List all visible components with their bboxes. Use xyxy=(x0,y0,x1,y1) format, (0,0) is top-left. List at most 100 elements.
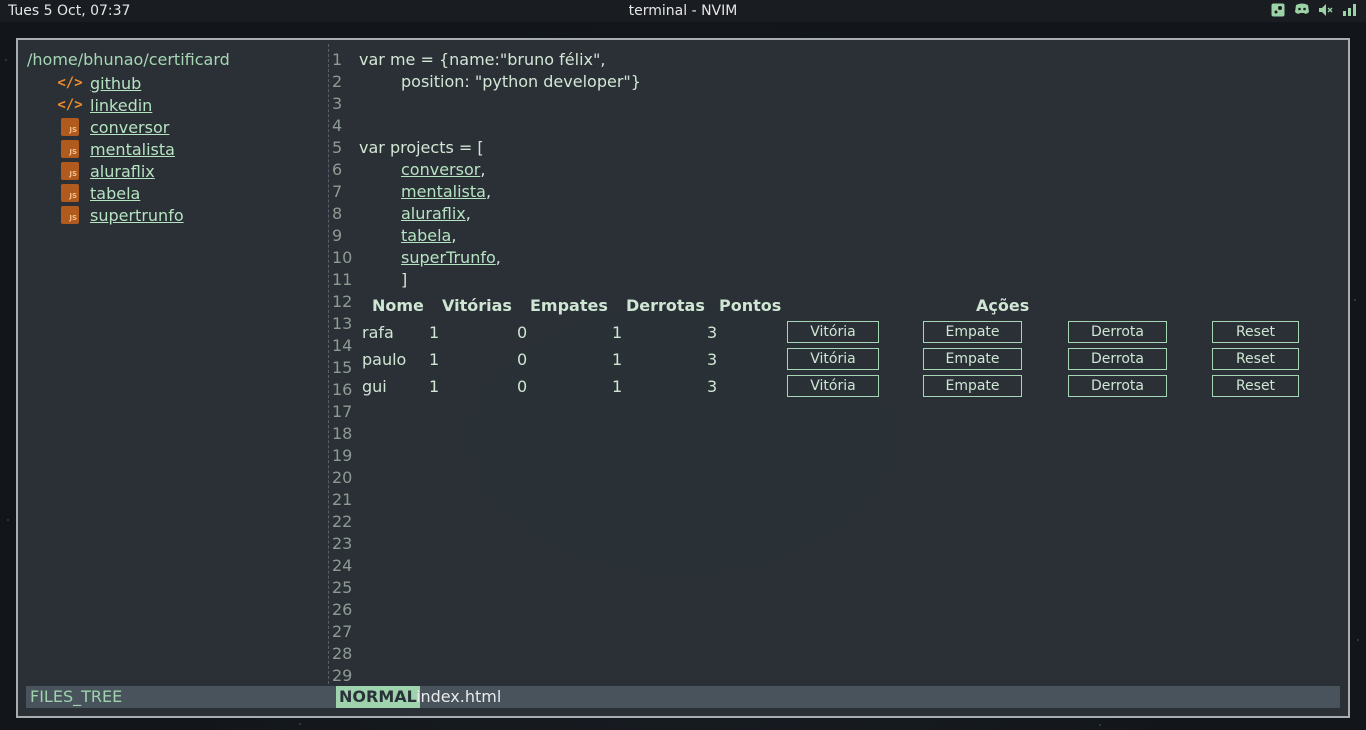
code-line: mentalista, xyxy=(359,182,491,201)
line-number: 5 xyxy=(332,138,343,157)
vitoria-button[interactable]: Vitória xyxy=(787,348,879,370)
line-number: 11 xyxy=(332,270,353,289)
top-bar: Tues 5 Oct, 07:37 terminal - NVIM xyxy=(0,0,1366,22)
empate-button[interactable]: Empate xyxy=(923,375,1022,397)
vitoria-button[interactable]: Vitória xyxy=(787,321,879,343)
comma: , xyxy=(451,226,457,245)
code-line: ] xyxy=(401,270,408,289)
derrota-button[interactable]: Derrota xyxy=(1068,375,1167,397)
tree-item-tabela[interactable]: JS tabela xyxy=(58,182,140,204)
file-tree: /home/bhunao/certificard </> github </> … xyxy=(18,40,328,686)
tree-item-aluraflix[interactable]: JS aluraflix xyxy=(58,160,155,182)
line-number: 1 xyxy=(332,50,343,69)
line-number: 12 xyxy=(332,292,353,311)
cell-pontos: 3 xyxy=(707,350,718,369)
code-line: position: "python developer"} xyxy=(401,72,641,91)
cell-name: gui xyxy=(362,377,387,396)
tree-item-supertrunfo[interactable]: JS supertrunfo xyxy=(58,204,184,226)
tree-item-label[interactable]: github xyxy=(90,74,141,93)
derrota-button[interactable]: Derrota xyxy=(1068,321,1167,343)
line-number: 21 xyxy=(332,490,353,509)
line-number: 23 xyxy=(332,534,353,553)
line-number: 3 xyxy=(332,94,343,113)
status-line: FILES_TREE NORMAL index.html xyxy=(26,686,1340,708)
tree-item-label[interactable]: aluraflix xyxy=(90,162,155,181)
project-link[interactable]: tabela xyxy=(401,226,451,245)
derrota-button[interactable]: Derrota xyxy=(1068,348,1167,370)
vitoria-button[interactable]: Vitória xyxy=(787,375,879,397)
code-line: conversor, xyxy=(359,160,485,179)
line-number: 25 xyxy=(332,578,353,597)
line-number: 2 xyxy=(332,72,343,91)
code-line: tabela, xyxy=(359,226,456,245)
battery-icon[interactable] xyxy=(1342,3,1358,19)
tree-item-conversor[interactable]: JS conversor xyxy=(58,116,169,138)
table-header-pontos: Pontos xyxy=(719,296,782,315)
line-number: 17 xyxy=(332,402,353,421)
line-number: 6 xyxy=(332,160,343,179)
project-link[interactable]: conversor xyxy=(401,160,480,179)
cell-name: paulo xyxy=(362,350,407,369)
comma: , xyxy=(495,248,501,267)
cell-derrotas: 1 xyxy=(612,377,623,396)
line-number: 26 xyxy=(332,600,353,619)
files-tree-label: FILES_TREE xyxy=(30,687,123,706)
window-title: terminal - NVIM xyxy=(628,3,738,19)
tree-item-label[interactable]: conversor xyxy=(90,118,169,137)
code-icon: </> xyxy=(57,97,83,113)
code-icon: </> xyxy=(57,75,83,91)
project-link[interactable]: superTrunfo xyxy=(401,248,496,267)
empate-button[interactable]: Empate xyxy=(923,348,1022,370)
table-header-vitorias: Vitórias xyxy=(442,296,512,315)
cell-empates: 0 xyxy=(517,350,528,369)
tree-item-mentalista[interactable]: JS mentalista xyxy=(58,138,175,160)
editor-pane[interactable]: 1 2 3 4 5 6 7 8 9 10 11 12 13 14 15 16 17 18 19 20 21 22 23 24 2… xyxy=(330,40,1348,686)
cell-derrotas: 1 xyxy=(612,350,623,369)
js-file-icon: JS xyxy=(58,206,82,224)
line-number: 20 xyxy=(332,468,353,487)
discord-icon[interactable] xyxy=(1294,3,1310,19)
reset-button[interactable]: Reset xyxy=(1212,321,1299,343)
tree-item-label[interactable]: mentalista xyxy=(90,140,175,159)
tree-root-path[interactable]: /home/bhunao/certificard xyxy=(27,50,230,69)
js-file-icon: JS xyxy=(58,162,82,180)
line-number: 28 xyxy=(332,644,353,663)
line-number: 8 xyxy=(332,204,343,223)
vim-mode-indicator: NORMAL xyxy=(336,686,420,708)
line-number: 18 xyxy=(332,424,353,443)
terminal-window: /home/bhunao/certificard </> github </> … xyxy=(16,38,1350,718)
tree-item-label[interactable]: linkedin xyxy=(90,96,152,115)
split-divider[interactable] xyxy=(328,44,329,684)
line-number: 14 xyxy=(332,336,353,355)
project-link[interactable]: aluraflix xyxy=(401,204,466,223)
line-number: 9 xyxy=(332,226,343,245)
line-number: 29 xyxy=(332,666,353,685)
tree-item-label[interactable]: supertrunfo xyxy=(90,206,184,225)
cell-pontos: 3 xyxy=(707,323,718,342)
tree-item-label[interactable]: tabela xyxy=(90,184,140,203)
line-number: 16 xyxy=(332,380,353,399)
empate-button[interactable]: Empate xyxy=(923,321,1022,343)
cell-vitorias: 1 xyxy=(429,350,440,369)
volume-muted-icon[interactable] xyxy=(1318,3,1334,19)
comma: , xyxy=(485,182,492,201)
code-line: aluraflix, xyxy=(359,204,471,223)
code-line: superTrunfo, xyxy=(359,248,501,267)
line-number: 24 xyxy=(332,556,353,575)
steam-icon[interactable] xyxy=(1270,3,1286,19)
comma: , xyxy=(465,204,471,223)
tree-item-github[interactable]: </> github xyxy=(57,72,141,94)
cell-empates: 0 xyxy=(517,323,528,342)
line-number: 15 xyxy=(332,358,353,377)
js-file-icon: JS xyxy=(58,118,82,136)
project-link[interactable]: mentalista xyxy=(401,182,486,201)
current-filename: index.html xyxy=(416,687,502,706)
table-header-acoes: Ações xyxy=(976,296,1030,315)
tree-item-linkedin[interactable]: </> linkedin xyxy=(57,94,152,116)
line-number: 27 xyxy=(332,622,353,641)
cell-vitorias: 1 xyxy=(429,323,440,342)
reset-button[interactable]: Reset xyxy=(1212,348,1299,370)
reset-button[interactable]: Reset xyxy=(1212,375,1299,397)
line-number: 13 xyxy=(332,314,353,333)
cell-name: rafa xyxy=(362,323,394,342)
